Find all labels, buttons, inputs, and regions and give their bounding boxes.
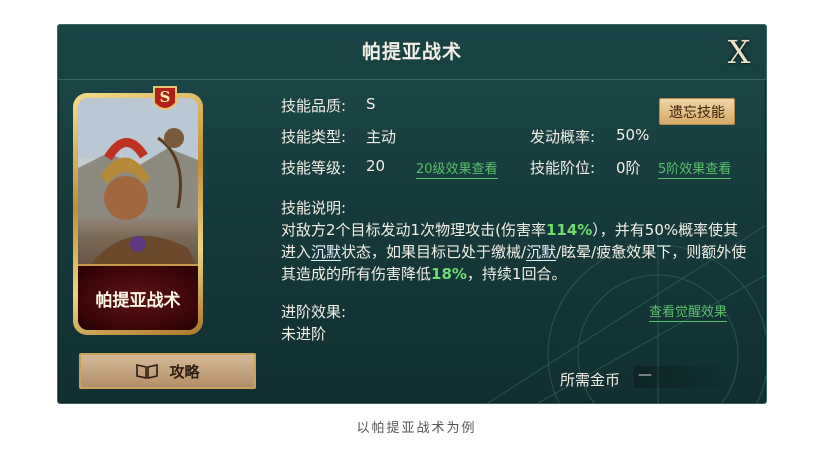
- gold-cost-value: —: [638, 367, 652, 383]
- desc-part-5: ，持续1回合。: [466, 265, 567, 283]
- forget-skill-button[interactable]: 遗忘技能: [659, 98, 735, 125]
- damage-reduction: 18%: [431, 265, 467, 283]
- trigger-label: 发动概率:: [530, 128, 596, 146]
- description-label: 技能说明:: [281, 199, 347, 217]
- skill-detail-panel: 帕提亚战术 X 帕提亚战术 S 攻略 技能品质: S 遗忘技能 技能类型: 主动…: [57, 24, 767, 404]
- guide-button[interactable]: 攻略: [79, 353, 256, 389]
- tier-label: 技能阶位:: [530, 159, 596, 177]
- grade-letter: S: [159, 88, 171, 106]
- level-effect-link[interactable]: 20级效果查看: [416, 158, 498, 179]
- image-caption: 以帕提亚战术为例: [356, 421, 477, 436]
- window-title: 帕提亚战术: [361, 41, 462, 63]
- type-label: 技能类型:: [281, 128, 347, 146]
- close-icon: X: [727, 33, 751, 71]
- guide-button-label: 攻略: [169, 362, 200, 381]
- card-skill-name: 帕提亚战术: [95, 291, 181, 311]
- grade-badge: S: [152, 85, 178, 115]
- desc-part-3: 状态，如果目标已处于缴械/: [341, 243, 527, 261]
- gold-cost-field: —: [634, 366, 721, 388]
- type-value: 主动: [366, 128, 397, 146]
- level-value: 20: [366, 157, 386, 175]
- card-name-bar: 帕提亚战术: [78, 264, 198, 330]
- skill-card: 帕提亚战术: [73, 93, 203, 335]
- level-label: 技能等级:: [281, 159, 347, 177]
- awaken-effect-link[interactable]: 查看觉醒效果: [649, 301, 728, 322]
- quality-label: 技能品质:: [281, 97, 347, 115]
- skill-card-art: 帕提亚战术: [78, 98, 198, 330]
- desc-part-1: 对敌方2个目标发动1次物理攻击(伤害率: [281, 221, 546, 239]
- tier-effect-link[interactable]: 5阶效果查看: [658, 158, 732, 179]
- trigger-value: 50%: [616, 126, 650, 144]
- gold-cost-label: 所需金币: [560, 371, 621, 389]
- book-icon: [136, 364, 159, 379]
- quality-value: S: [366, 95, 376, 113]
- skill-description: 对敌方2个目标发动1次物理攻击(伤害率114%），并有50%概率使其进入沉默状态…: [281, 219, 751, 285]
- advance-label: 进阶效果:: [281, 303, 347, 321]
- tier-value: 0阶: [616, 159, 641, 177]
- silence-keyword-1[interactable]: 沉默: [311, 243, 341, 261]
- advance-value: 未进阶: [281, 325, 327, 343]
- title-bar: 帕提亚战术 X: [58, 25, 766, 80]
- close-button[interactable]: X: [717, 31, 761, 73]
- silence-keyword-2[interactable]: 沉默: [526, 243, 556, 261]
- damage-rate: 114%: [545, 221, 593, 239]
- forget-skill-label: 遗忘技能: [669, 104, 725, 121]
